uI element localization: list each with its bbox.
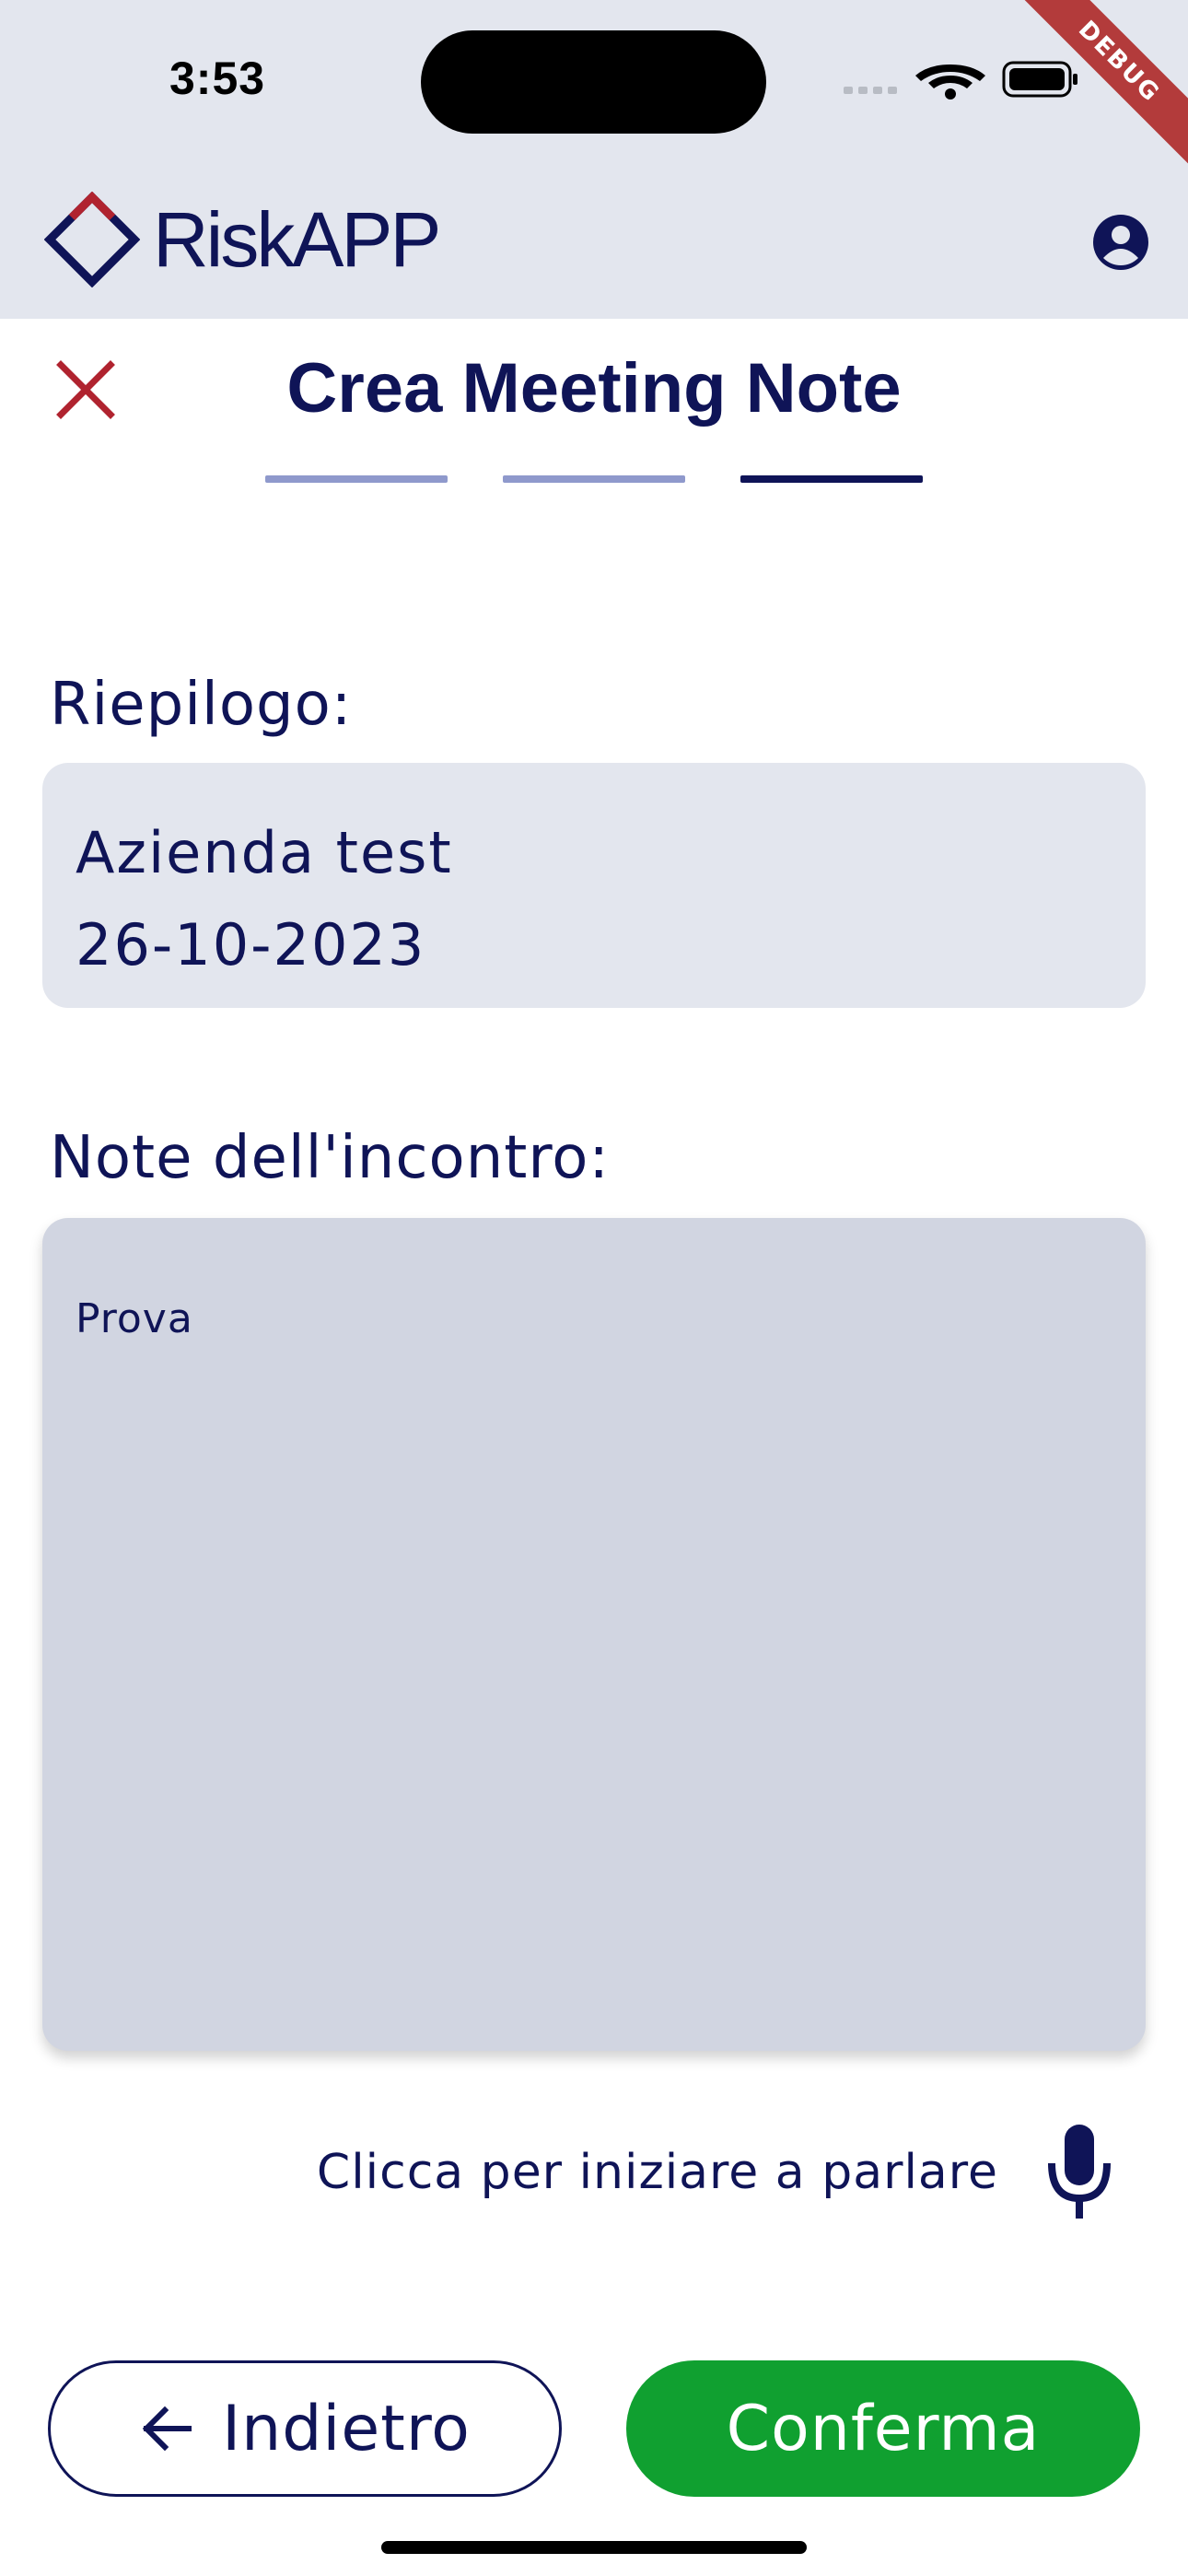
summary-label: Riepilogo: <box>50 671 353 739</box>
back-button-label: Indietro <box>222 2392 471 2465</box>
arrow-left-icon <box>142 2406 192 2452</box>
signal-icon <box>844 87 897 94</box>
confirm-button-label: Conferma <box>726 2392 1041 2465</box>
confirm-button[interactable]: Conferma <box>626 2360 1140 2497</box>
diamond-logo-icon <box>44 192 140 287</box>
step-indicator-2 <box>503 475 685 483</box>
app-logo: RiskAPP <box>44 192 441 287</box>
page-title: Crea Meeting Note <box>286 349 902 427</box>
home-indicator[interactable] <box>381 2541 807 2554</box>
status-time: 3:53 <box>169 53 266 104</box>
notes-textarea[interactable]: Prova <box>42 1218 1146 2051</box>
step-indicator-3 <box>740 475 923 483</box>
summary-box: Azienda test 26-10-2023 <box>42 763 1146 1008</box>
dynamic-island <box>421 30 766 134</box>
battery-icon <box>1002 61 1077 98</box>
account-circle-icon[interactable] <box>1090 212 1151 273</box>
notes-text[interactable]: Prova <box>76 1295 1112 1342</box>
summary-date: 26-10-2023 <box>76 911 426 978</box>
back-button[interactable]: Indietro <box>48 2360 562 2497</box>
summary-company: Azienda test <box>76 819 453 886</box>
speech-label[interactable]: Clicca per iniziare a parlare <box>317 2145 998 2200</box>
app-name: RiskAPP <box>153 195 441 283</box>
notes-label: Note dell'incontro: <box>50 1124 610 1192</box>
microphone-icon[interactable] <box>1042 2121 1116 2222</box>
step-indicator-1 <box>265 475 448 483</box>
status-icons <box>844 61 1077 100</box>
app-header-area: 3:53 DEBUG RiskAPP <box>0 0 1188 319</box>
wifi-icon <box>915 64 985 100</box>
